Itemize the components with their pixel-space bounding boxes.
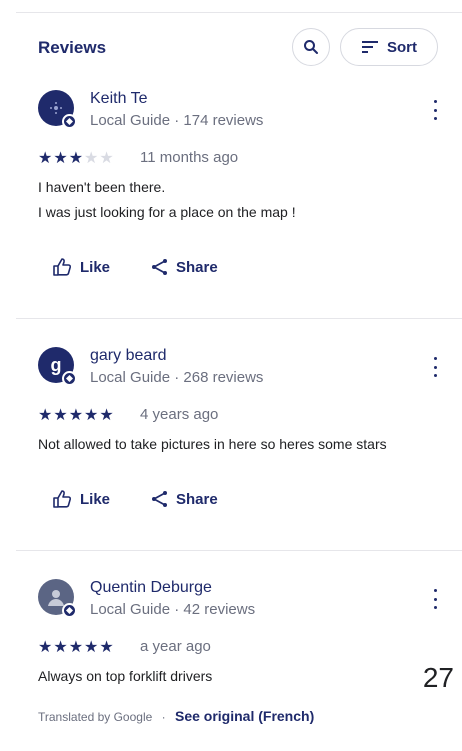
star-icon: ★ — [99, 150, 115, 167]
reviewer-meta: Local Guide · 174 reviews — [90, 112, 264, 129]
review-actions: Like Share — [52, 258, 218, 276]
top-divider — [16, 12, 462, 13]
star-icon: ★ — [53, 150, 69, 167]
avatar[interactable] — [38, 579, 77, 618]
star-rating: ★★★★★ — [38, 637, 115, 657]
star-icon: ★ — [68, 407, 85, 424]
thumb-up-icon — [53, 258, 72, 276]
share-button[interactable]: Share — [150, 490, 218, 508]
star-icon: ★ — [99, 639, 115, 656]
local-guide-badge-icon — [62, 114, 77, 129]
avatar[interactable]: g — [38, 347, 77, 386]
star-icon: ★ — [38, 407, 54, 424]
share-icon — [152, 491, 168, 507]
more-vert-icon[interactable] — [430, 357, 440, 377]
reviews-title: Reviews — [38, 38, 107, 57]
reviewer-name[interactable]: Keith Te — [90, 90, 148, 108]
local-guide-badge-icon — [62, 371, 77, 386]
sort-icon — [362, 41, 378, 53]
share-button[interactable]: Share — [150, 258, 218, 276]
star-icon: ★ — [68, 150, 85, 167]
reviewer-name[interactable]: gary beard — [90, 347, 167, 365]
star-icon: ★ — [38, 150, 54, 167]
reviewer-meta: Local Guide · 42 reviews — [90, 601, 256, 618]
review-text-line: Always on top forklift drivers — [38, 668, 213, 684]
star-icon: ★ — [99, 407, 115, 424]
star-icon: ★ — [84, 150, 100, 167]
search-reviews-button[interactable] — [292, 28, 330, 66]
like-button[interactable]: Like — [52, 490, 110, 508]
translated-by-label: Translated by Google — [38, 710, 153, 724]
review-actions: Like Share — [52, 490, 218, 508]
star-icon: ★ — [53, 407, 69, 424]
translation-note: Translated by Google · See original (Fre… — [38, 708, 314, 724]
share-label: Share — [176, 490, 218, 508]
star-icon: ★ — [84, 639, 100, 656]
search-icon — [304, 40, 318, 54]
share-icon — [152, 259, 168, 275]
sort-button[interactable]: Sort — [340, 28, 438, 66]
star-rating: ★★★★★ — [38, 405, 115, 425]
avatar-initial: g — [50, 354, 62, 375]
local-guide-badge-icon — [62, 603, 77, 618]
review-text-line: I was just looking for a place on the ma… — [38, 204, 296, 220]
more-vert-icon[interactable] — [430, 589, 440, 609]
user-avatar-icon — [50, 102, 62, 114]
star-icon: ★ — [53, 639, 69, 656]
review-text-line: Not allowed to take pictures in here so … — [38, 436, 387, 452]
see-original-link[interactable]: See original (French) — [175, 708, 314, 724]
review-divider — [16, 318, 462, 319]
more-vert-icon[interactable] — [430, 100, 440, 120]
thumb-up-icon — [53, 490, 72, 508]
share-label: Share — [176, 258, 218, 276]
star-icon: ★ — [84, 407, 100, 424]
like-button[interactable]: Like — [52, 258, 110, 276]
review-date: 11 months ago — [140, 149, 239, 166]
review-date: 4 years ago — [140, 406, 219, 423]
review-date: a year ago — [140, 638, 211, 655]
star-icon: ★ — [38, 639, 54, 656]
reviewer-name[interactable]: Quentin Deburge — [90, 579, 212, 597]
sort-label: Sort — [387, 38, 417, 56]
separator-dot: · — [161, 710, 166, 724]
review-divider — [16, 550, 462, 551]
star-rating: ★★★★★ — [38, 148, 115, 168]
like-label: Like — [80, 490, 111, 508]
reviewer-meta: Local Guide · 268 reviews — [90, 369, 264, 386]
star-icon: ★ — [68, 639, 85, 656]
reviews-header: Reviews Sort — [38, 28, 450, 68]
like-label: Like — [80, 258, 111, 276]
review-text-line: I haven't been there. — [38, 179, 166, 195]
page-number: 27 — [422, 662, 454, 693]
avatar[interactable] — [38, 90, 77, 129]
